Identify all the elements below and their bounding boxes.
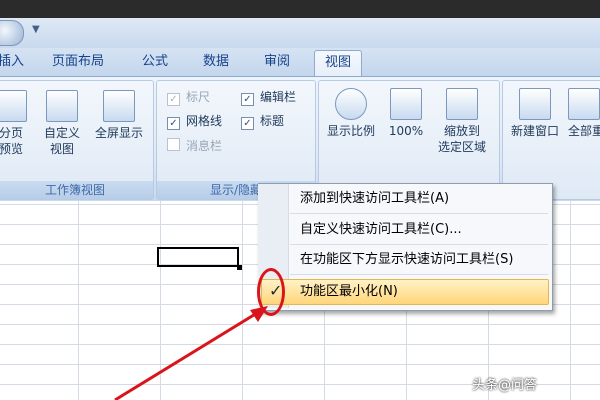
headings-checkbox[interactable]: ✓ 标题 <box>241 112 284 130</box>
tab-view[interactable]: 视图 <box>314 50 363 77</box>
tab-page-layout[interactable]: 页面布局 <box>52 50 104 74</box>
gridlines-checkbox[interactable]: ✓ 网格线 <box>167 112 222 130</box>
message-bar-check-icon <box>167 138 180 151</box>
qat-dropdown-icon[interactable]: ▼ <box>32 24 40 35</box>
watermark: 头条@问答 <box>472 378 538 393</box>
ruler-check-icon: ✓ <box>167 93 180 106</box>
gridlines-label: 网格线 <box>186 114 223 128</box>
zoom-label: 显示比例 <box>326 124 375 138</box>
zoom-to-selection-label-2: 选定区域 <box>437 140 486 154</box>
menu-item-customize-qat[interactable]: 自定义快速访问工具栏(C)... <box>300 219 462 241</box>
message-bar-label: 消息栏 <box>186 139 223 153</box>
new-window-button[interactable]: 新建窗口 <box>504 88 566 139</box>
page-break-preview-label-2: 预览 <box>0 142 23 156</box>
office-button[interactable] <box>0 20 24 46</box>
page-break-preview-icon <box>0 90 27 122</box>
zoom-to-selection-label-1: 缩放到 <box>443 124 480 138</box>
arrange-all-button[interactable]: 全部重 <box>568 88 600 139</box>
tab-data[interactable]: 数据 <box>203 50 229 74</box>
full-screen-icon <box>103 90 135 122</box>
zoom-button[interactable]: 显示比例 <box>322 88 380 139</box>
formula-bar-check-icon: ✓ <box>241 93 254 106</box>
formula-bar-checkbox[interactable]: ✓ 编辑栏 <box>241 88 296 106</box>
zoom-100-button[interactable]: 100% <box>386 88 426 139</box>
ruler-label: 标尺 <box>186 90 211 104</box>
arrange-all-icon <box>568 88 600 120</box>
custom-views-icon <box>46 90 78 122</box>
fill-handle[interactable] <box>237 265 242 270</box>
menu-item-show-qat-below[interactable]: 在功能区下方显示快速访问工具栏(S) <box>300 249 513 271</box>
arrange-all-label: 全部重 <box>568 124 600 138</box>
page-100-icon <box>390 88 422 120</box>
new-window-icon <box>519 88 551 120</box>
tab-review[interactable]: 审阅 <box>264 50 290 74</box>
full-screen-button[interactable]: 全屏显示 <box>90 90 148 141</box>
custom-views-button[interactable]: 自定义 视图 <box>38 90 86 157</box>
annotation-circle <box>257 268 285 316</box>
message-bar-checkbox[interactable]: 消息栏 <box>167 137 222 155</box>
page-break-preview-label-1: 分页 <box>0 126 23 140</box>
menu-item-add-to-qat[interactable]: 添加到快速访问工具栏(A) <box>300 188 449 210</box>
zoom-100-label: 100% <box>388 124 424 138</box>
formula-bar-label: 编辑栏 <box>260 90 297 104</box>
new-window-label: 新建窗口 <box>510 124 559 138</box>
gridlines-check-icon: ✓ <box>167 117 180 130</box>
zoom-to-selection-button[interactable]: 缩放到 选定区域 <box>432 88 492 155</box>
active-cell[interactable] <box>157 247 239 267</box>
headings-label: 标题 <box>260 114 285 128</box>
ruler-checkbox[interactable]: ✓ 标尺 <box>167 88 210 106</box>
magnifier-icon <box>335 88 367 120</box>
tab-formulas[interactable]: 公式 <box>142 50 168 74</box>
custom-views-label-1: 自定义 <box>43 126 80 140</box>
menu-separator <box>290 274 548 275</box>
menu-item-minimize-ribbon[interactable]: 功能区最小化(N) <box>300 281 398 303</box>
menu-separator <box>290 213 548 214</box>
zoom-selection-icon <box>446 88 478 120</box>
full-screen-label: 全屏显示 <box>94 126 143 140</box>
custom-views-label-2: 视图 <box>49 142 74 156</box>
menu-separator <box>290 244 548 245</box>
headings-check-icon: ✓ <box>241 117 254 130</box>
tab-insert[interactable]: 插入 <box>0 50 24 74</box>
group-label-workbook-views: 工作簿视图 <box>0 181 153 199</box>
window-top-frame <box>0 0 600 18</box>
quick-access-toolbar <box>0 18 600 49</box>
page-break-preview-button[interactable]: 分页 预览 <box>0 90 28 157</box>
